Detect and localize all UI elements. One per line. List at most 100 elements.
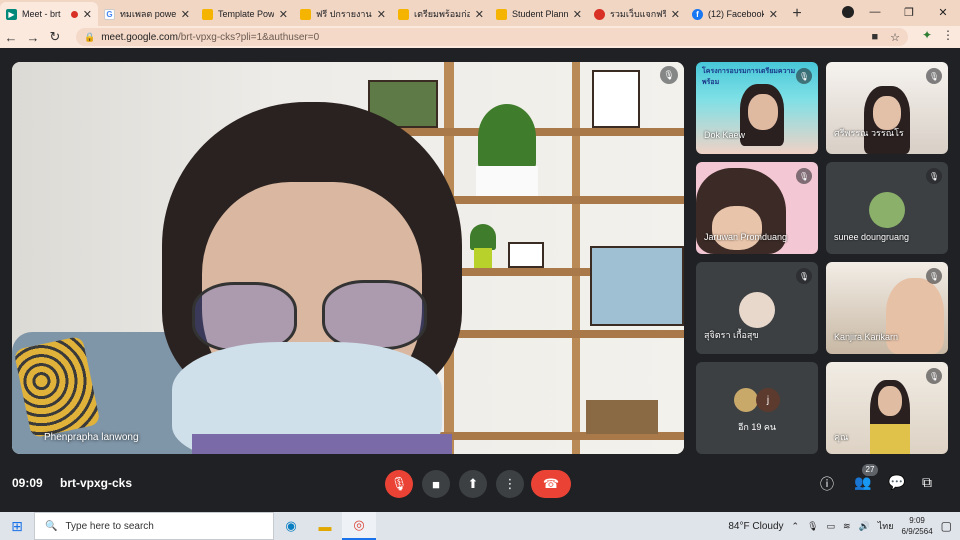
maximize-icon[interactable]: ❐ bbox=[892, 0, 926, 24]
mic-toggle-button[interactable]: 🎙 bbox=[385, 470, 413, 498]
new-tab-button[interactable]: + bbox=[784, 2, 810, 26]
shirt bbox=[870, 424, 910, 454]
language-indicator[interactable]: ไทย bbox=[878, 519, 894, 533]
volume-icon[interactable]: 🔊 bbox=[859, 521, 870, 532]
back-icon[interactable]: ← bbox=[0, 30, 22, 45]
meeting-time: 09:09 bbox=[12, 476, 43, 490]
url-host: meet.google.com bbox=[101, 31, 178, 43]
leave-call-button[interactable]: ☎ bbox=[531, 470, 571, 498]
mic-off-icon: 🎙 bbox=[926, 68, 942, 84]
meeting-code: brt-vpxg-cks bbox=[60, 476, 133, 490]
clock-tray[interactable]: 9:09 6/9/2564 bbox=[902, 515, 933, 537]
avatar bbox=[734, 388, 758, 412]
windows-start-icon[interactable]: ⊞ bbox=[0, 512, 34, 540]
close-icon[interactable]: ✕ bbox=[83, 8, 92, 21]
people-icon[interactable]: 👥 bbox=[854, 474, 871, 491]
present-screen-icon: ⬆ bbox=[467, 476, 479, 491]
tab-strip: ▶ Meet - brt ✕ G ทมเพลต power ✕ Template… bbox=[0, 0, 960, 26]
system-tray: 84°F Cloudy ⌃ 🎙 ▭ ≋ 🔊 ไทย 9:09 6/9/2564 … bbox=[728, 512, 952, 540]
tab-meet[interactable]: ▶ Meet - brt ✕ bbox=[0, 2, 98, 26]
participant-face bbox=[748, 94, 778, 130]
meet-icon: ▶ bbox=[6, 8, 17, 20]
forward-icon[interactable]: → bbox=[22, 30, 44, 45]
camera-icon[interactable]: ■ bbox=[871, 31, 878, 43]
tab-template[interactable]: Template Pow ✕ bbox=[196, 2, 294, 26]
chrome-icon[interactable]: ◎ bbox=[342, 512, 376, 540]
edge-icon[interactable]: ◉ bbox=[274, 512, 308, 540]
glasses-lens bbox=[322, 280, 427, 350]
reload-icon[interactable]: ↻ bbox=[44, 29, 66, 45]
tab-title: Template Pow bbox=[218, 9, 274, 19]
tab-title: ฟรี ปกรายงาน bbox=[316, 9, 372, 19]
browser-toolbar: ← → ↻ 🔒 meet.google.com/brt-vpxg-cks?pli… bbox=[0, 26, 960, 48]
close-window-icon[interactable]: ✕ bbox=[926, 0, 960, 24]
meet-stage: Phenprapha lanwong 🎙 โครงการอบรมการเตรีย… bbox=[0, 48, 960, 512]
plant bbox=[470, 224, 496, 250]
slides-icon bbox=[398, 8, 409, 20]
tab-prepare[interactable]: เตรียมพร้อมก่อน ✕ bbox=[392, 2, 490, 26]
mic-off-icon: 🎙 bbox=[390, 476, 408, 491]
file-explorer-icon[interactable]: ▬ bbox=[308, 512, 342, 540]
participant-tile[interactable]: สุจิตรา เกื้อสุข 🎙 bbox=[696, 262, 818, 354]
close-icon[interactable]: ✕ bbox=[671, 8, 680, 21]
tab-search-icon[interactable] bbox=[842, 6, 854, 18]
main-video-tile[interactable]: Phenprapha lanwong 🎙 bbox=[12, 62, 684, 454]
participant-face bbox=[873, 96, 901, 130]
camera-toggle-button[interactable]: ■ bbox=[422, 470, 450, 498]
participant-tile[interactable]: ศรีพรรณ วรรณโร 🎙 bbox=[826, 62, 948, 154]
more-vert-icon: ⋮ bbox=[503, 476, 517, 491]
laptop-icon[interactable]: ▭ bbox=[827, 521, 836, 532]
shelf-post bbox=[572, 62, 580, 454]
tab-student-planner[interactable]: Student Plann ✕ bbox=[490, 2, 588, 26]
facebook-icon: f bbox=[692, 8, 703, 20]
lock-icon[interactable]: 🔒 bbox=[84, 32, 95, 43]
tab-title: (12) Facebook bbox=[708, 9, 764, 19]
more-options-button[interactable]: ⋮ bbox=[496, 470, 524, 498]
participant-name: สุจิตรา เกื้อสุข bbox=[704, 330, 759, 340]
present-button[interactable]: ⬆ bbox=[459, 470, 487, 498]
chevron-up-icon[interactable]: ⌃ bbox=[792, 521, 800, 532]
participant-face bbox=[886, 278, 944, 354]
tab-facebook[interactable]: f (12) Facebook ✕ bbox=[686, 2, 784, 26]
address-bar[interactable]: 🔒 meet.google.com/brt-vpxg-cks?pli=1&aut… bbox=[76, 28, 908, 46]
close-icon[interactable]: ✕ bbox=[181, 8, 190, 21]
participant-tile[interactable]: sunee doungruang 🎙 bbox=[826, 162, 948, 254]
activities-icon[interactable]: ⧉ bbox=[922, 474, 932, 491]
basket bbox=[586, 400, 658, 434]
bookmark-star-icon[interactable]: ☆ bbox=[890, 31, 900, 44]
taskbar-search[interactable]: 🔍 Type here to search bbox=[34, 512, 274, 540]
tab-free-cover[interactable]: ฟรี ปกรายงาน ✕ bbox=[294, 2, 392, 26]
others-count: อีก 19 คน bbox=[737, 422, 777, 432]
search-icon: 🔍 bbox=[45, 520, 58, 532]
tab-powerpoint-1[interactable]: G ทมเพลต power ✕ bbox=[98, 2, 196, 26]
wifi-icon[interactable]: ≋ bbox=[843, 521, 851, 532]
minimize-icon[interactable]: — bbox=[858, 0, 892, 24]
chat-icon[interactable]: 💬 bbox=[888, 474, 905, 491]
tray-date: 6/9/2564 bbox=[901, 527, 933, 536]
participant-name: Kanjira Karikarn bbox=[834, 332, 899, 342]
weather-widget[interactable]: 84°F Cloudy bbox=[728, 521, 783, 532]
close-icon[interactable]: ✕ bbox=[377, 8, 386, 21]
recording-icon bbox=[70, 10, 78, 18]
mic-off-icon: 🎙 bbox=[796, 268, 812, 284]
extension-icon[interactable]: ✦ bbox=[922, 28, 932, 42]
close-icon[interactable]: ✕ bbox=[279, 8, 288, 21]
avatar: j bbox=[756, 388, 780, 412]
tab-title: Student Plann bbox=[512, 9, 568, 19]
others-tile[interactable]: j อีก 19 คน bbox=[696, 362, 818, 454]
participant-tile[interactable]: Jaruwan Promduang 🎙 bbox=[696, 162, 818, 254]
notification-icon[interactable]: ▢ bbox=[941, 519, 952, 533]
participant-count-badge: 27 bbox=[862, 464, 878, 476]
menu-kebab-icon[interactable]: ⋮ bbox=[942, 28, 954, 42]
tab-free-sites[interactable]: รวมเว็บแจกฟรี ✕ bbox=[588, 2, 686, 26]
self-tile[interactable]: คุณ 🎙 bbox=[826, 362, 948, 454]
participant-tile[interactable]: Kanjira Karikarn 🎙 bbox=[826, 262, 948, 354]
close-icon[interactable]: ✕ bbox=[573, 8, 582, 21]
avatar bbox=[739, 292, 775, 328]
participant-tile[interactable]: โครงการอบรมการเตรียมความพร้อม Dok Kaew 🎙 bbox=[696, 62, 818, 154]
participant-face bbox=[712, 206, 762, 250]
mic-icon[interactable]: 🎙 bbox=[807, 521, 818, 532]
close-icon[interactable]: ✕ bbox=[475, 8, 484, 21]
meeting-info-icon[interactable]: ⓘ bbox=[820, 474, 834, 494]
close-icon[interactable]: ✕ bbox=[769, 8, 778, 21]
